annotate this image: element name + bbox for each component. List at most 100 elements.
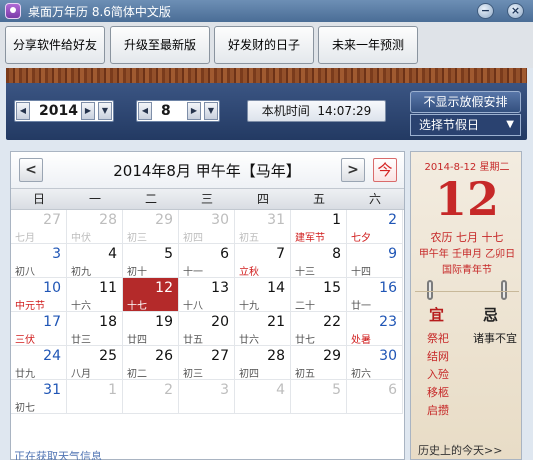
- month-prev-icon[interactable]: ◀: [138, 102, 152, 120]
- yi-item: 入殓: [427, 368, 449, 381]
- yi-item: 结网: [427, 350, 449, 363]
- day-number: 2: [164, 382, 173, 398]
- close-button[interactable]: ×: [507, 3, 524, 19]
- prev-month-button[interactable]: <: [19, 158, 43, 182]
- month-dropdown-icon[interactable]: ▼: [204, 102, 218, 120]
- day-cell[interactable]: 10 中元节: [11, 278, 67, 312]
- day-cell[interactable]: 24 廿九: [11, 346, 67, 380]
- hide-holiday-button[interactable]: 不显示放假安排: [410, 91, 521, 113]
- weekday-label: 一: [88, 192, 101, 206]
- day-cell[interactable]: 26 初二: [123, 346, 179, 380]
- day-cell[interactable]: 31 初七: [11, 380, 67, 414]
- day-cell[interactable]: 31 初五: [235, 210, 291, 244]
- day-cell[interactable]: 27 七月: [11, 210, 67, 244]
- day-cell[interactable]: 13 十八: [179, 278, 235, 312]
- lunar-label: 廿七: [295, 335, 315, 346]
- day-number: 5: [164, 246, 173, 262]
- lunar-label: 初五: [295, 369, 315, 380]
- day-cell[interactable]: 3 初八: [11, 244, 67, 278]
- day-number: 12: [155, 280, 173, 296]
- day-cell[interactable]: 29 初三: [123, 210, 179, 244]
- almanac-panel: 2014-8-12 星期二 12 农历 七月 十七 甲午年 壬申月 乙卯日 国际…: [410, 151, 522, 460]
- day-cell[interactable]: 28 初四: [235, 346, 291, 380]
- day-cell[interactable]: 25 八月: [67, 346, 123, 380]
- window-title: 桌面万年历 8.6简体中文版: [28, 5, 171, 19]
- history-today-link[interactable]: 历史上的今天>>: [418, 442, 502, 458]
- share-software-button[interactable]: 分享软件给好友: [5, 26, 105, 64]
- holiday-select[interactable]: 选择节假日 ▼: [410, 114, 521, 136]
- year-dropdown-icon[interactable]: ▼: [98, 102, 112, 120]
- binder-rings: [425, 280, 509, 300]
- holiday-select-label: 选择节假日: [419, 118, 480, 132]
- day-cell[interactable]: 30 初四: [179, 210, 235, 244]
- day-cell[interactable]: 22 廿七: [291, 312, 347, 346]
- day-number: 19: [155, 314, 173, 330]
- day-cell[interactable]: 29 初五: [291, 346, 347, 380]
- lucky-days-button[interactable]: 好发财的日子: [214, 26, 314, 64]
- day-cell[interactable]: 4 初九: [67, 244, 123, 278]
- lunar-label: 十八: [183, 301, 203, 312]
- day-cell[interactable]: 15 二十: [291, 278, 347, 312]
- day-cell[interactable]: 8 十三: [291, 244, 347, 278]
- lunar-label: 二十: [295, 301, 315, 312]
- year-prev-icon[interactable]: ◀: [16, 102, 30, 120]
- day-cell[interactable]: 6 十一: [179, 244, 235, 278]
- day-number: 28: [267, 348, 285, 364]
- ring-icon: [501, 280, 507, 300]
- month-selector[interactable]: ◀ 8 ▶ ▼: [136, 100, 220, 122]
- day-cell[interactable]: 20 廿五: [179, 312, 235, 346]
- weather-link[interactable]: 正在获取天气信息: [14, 448, 102, 460]
- day-cell[interactable]: 30 初六: [347, 346, 403, 380]
- day-cell[interactable]: 18 廿三: [67, 312, 123, 346]
- day-cell[interactable]: 14 十九: [235, 278, 291, 312]
- day-cell[interactable]: 4: [235, 380, 291, 414]
- day-cell[interactable]: 11 十六: [67, 278, 123, 312]
- lunar-label: 十四: [351, 267, 371, 278]
- day-cell[interactable]: 28 中伏: [67, 210, 123, 244]
- day-number: 2: [388, 212, 397, 228]
- day-cell[interactable]: 6: [347, 380, 403, 414]
- day-cell[interactable]: 23 处暑: [347, 312, 403, 346]
- day-number: 4: [276, 382, 285, 398]
- minimize-button[interactable]: −: [477, 3, 494, 19]
- lunar-label: 立秋: [239, 267, 259, 278]
- day-number: 22: [323, 314, 341, 330]
- day-cell[interactable]: 2 七夕: [347, 210, 403, 244]
- lunar-label: 初十: [127, 267, 147, 278]
- day-cell[interactable]: 19 廿四: [123, 312, 179, 346]
- lunar-label: 廿四: [127, 335, 147, 346]
- day-cell[interactable]: 1: [67, 380, 123, 414]
- lunar-label: 初七: [15, 403, 35, 414]
- day-number: 5: [332, 382, 341, 398]
- year-next-icon[interactable]: ▶: [81, 102, 95, 120]
- next-month-button[interactable]: >: [341, 158, 365, 182]
- day-cell[interactable]: 27 初三: [179, 346, 235, 380]
- day-number: 31: [43, 382, 61, 398]
- yi-item: 移柩: [427, 386, 449, 399]
- day-cell[interactable]: 5: [291, 380, 347, 414]
- lunar-label: 七月: [15, 233, 35, 244]
- calendar-title: 2014年8月 甲午年【马年】: [113, 162, 301, 180]
- day-cell[interactable]: 1 建军节: [291, 210, 347, 244]
- day-cell[interactable]: 9 十四: [347, 244, 403, 278]
- day-cell-selected[interactable]: 12 十七: [123, 278, 179, 312]
- today-button[interactable]: 今: [373, 158, 397, 182]
- day-cell[interactable]: 2: [123, 380, 179, 414]
- day-cell[interactable]: 17 三伏: [11, 312, 67, 346]
- month-next-icon[interactable]: ▶: [187, 102, 201, 120]
- upgrade-button[interactable]: 升级至最新版: [110, 26, 210, 64]
- day-cell[interactable]: 3: [179, 380, 235, 414]
- year-selector[interactable]: ◀ 2014 ▶ ▼: [14, 100, 114, 122]
- ring-icon: [427, 280, 433, 300]
- day-number: 13: [211, 280, 229, 296]
- day-cell[interactable]: 21 廿六: [235, 312, 291, 346]
- day-cell[interactable]: 16 廿一: [347, 278, 403, 312]
- day-number: 24: [43, 348, 61, 364]
- lunar-label: 初四: [183, 233, 203, 244]
- day-cell[interactable]: 5 初十: [123, 244, 179, 278]
- day-cell[interactable]: 7 立秋: [235, 244, 291, 278]
- year-forecast-button[interactable]: 未来一年预测: [318, 26, 418, 64]
- divider: [415, 291, 519, 292]
- lunar-label: 初六: [351, 369, 371, 380]
- day-number: 18: [99, 314, 117, 330]
